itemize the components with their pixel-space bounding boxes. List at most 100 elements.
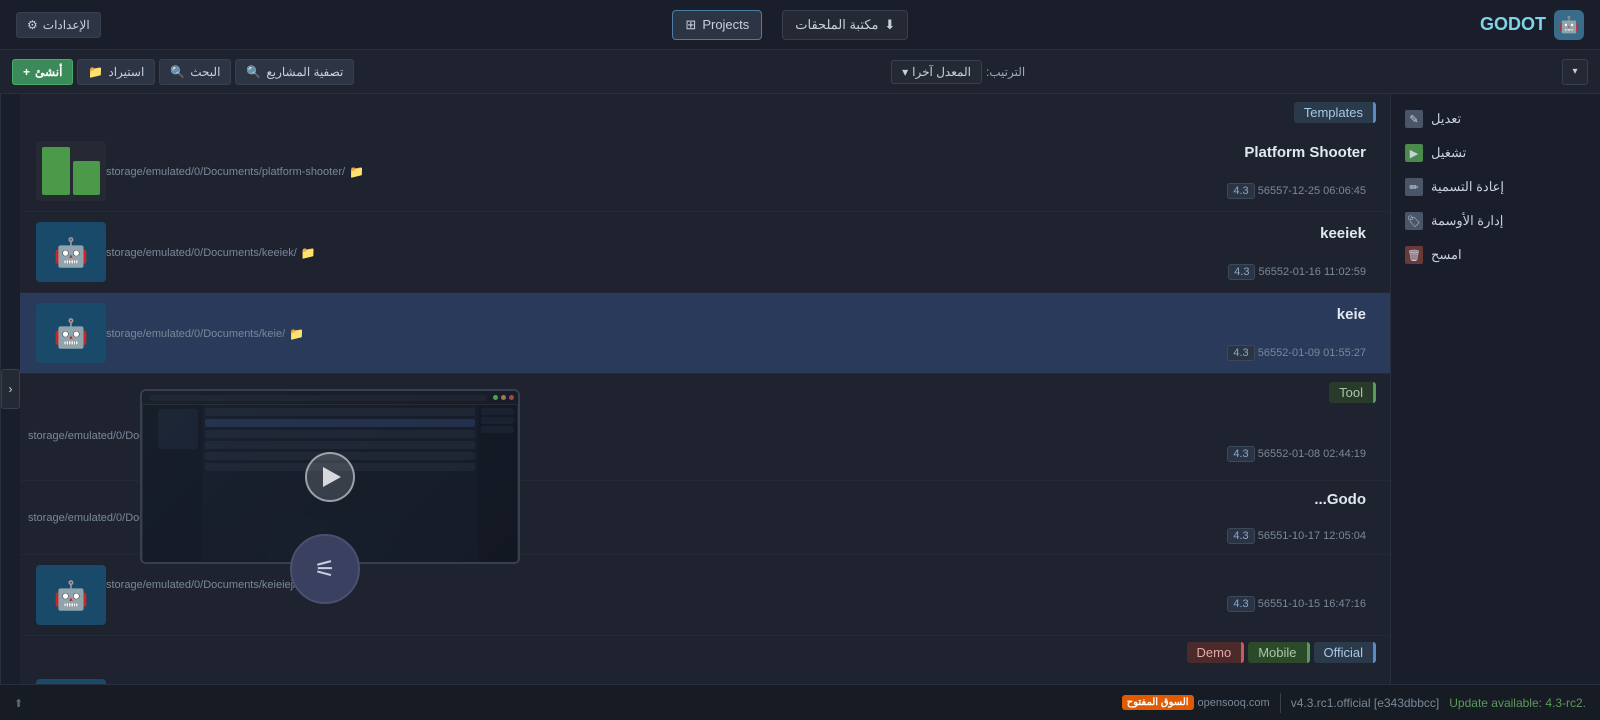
mini-title-bar [150, 395, 486, 401]
templates-tag: Templates [1294, 102, 1376, 123]
sidebar-item-run[interactable]: تشغيل ▶ [1391, 136, 1600, 170]
mini-right-panel [142, 405, 202, 562]
opensooq-url: opensooq.com [1198, 697, 1270, 709]
tags-label: إدارة الأوسمة [1431, 213, 1503, 229]
bottom-left: السوق المفتوح opensooq.com v4.3.rc1.offi… [1122, 689, 1586, 717]
folder-icon: 📁 [349, 165, 364, 179]
run-label: تشغيل [1431, 145, 1466, 161]
project-info: keie 📁 /storage/emulated/0/Documents/kei… [106, 306, 1376, 361]
official-tag: Official [1314, 642, 1377, 663]
search-label: البحث [190, 65, 220, 79]
godot-face-icon: 🤖 [54, 317, 89, 350]
mini-dot-yellow [501, 395, 506, 400]
filter-icon: 🔍 [246, 65, 261, 79]
play-button[interactable] [305, 452, 355, 502]
bottom-icon: ⬆ [14, 698, 23, 710]
mini-row [205, 430, 475, 438]
share-icon: ⚟ [314, 555, 336, 584]
projects-label: Projects [702, 17, 749, 32]
sort-button[interactable]: المعدل آخرا ▾ [891, 60, 982, 84]
project-meta: 01:55:27 56552-01-09 4.3 [106, 345, 1366, 361]
filter-label: تصفية المشاريع [266, 65, 343, 79]
new-project-button[interactable]: أنشئ + [12, 59, 73, 85]
clear-icon: 🗑 [1405, 246, 1423, 264]
opensooq-logo: السوق المفتوح opensooq.com [1122, 689, 1270, 717]
multi-tag-row: Official Mobile Demo [20, 636, 1390, 669]
collapse-arrow-button[interactable]: ‹ [1, 369, 20, 409]
rename-icon: ✏ [1405, 178, 1423, 196]
share-button[interactable]: ⚟ [290, 534, 360, 604]
project-thumbnail: 🤖 [36, 303, 106, 363]
import-button[interactable]: استيراد 📁 [77, 59, 155, 85]
sidebar-item-rename[interactable]: إعادة التسمية ✏ [1391, 170, 1600, 204]
path-text: /storage/emulated/0/Documents/keieiej [106, 579, 296, 591]
project-row[interactable]: Platform Shooter 📁 /storage/emulated/0/D… [20, 131, 1390, 212]
path-text: /storage/emulated/0/Documents/platform-s… [106, 166, 345, 178]
download-icon: ⬇ [884, 17, 895, 33]
sidebar: تعديل ✎ تشغيل ▶ إعادة التسمية ✏ إدارة ال… [1390, 94, 1600, 684]
mini-thumb [158, 409, 198, 449]
run-icon: ▶ [1405, 144, 1423, 162]
projects-icon: ⊞ [685, 17, 696, 33]
godot-thumb: 🤖 [36, 303, 106, 363]
godot-logo-text: GODOT [1480, 14, 1546, 35]
rename-label: إعادة التسمية [1431, 179, 1504, 195]
demo-tag: Demo [1187, 642, 1245, 663]
project-row[interactable]: keeiek 📁 /storage/emulated/0/Documents/k… [20, 212, 1390, 293]
godot-thumb: 🤖 [36, 222, 106, 282]
mini-sidebar-item [481, 426, 514, 433]
mini-sidebar-item [481, 417, 514, 424]
bottom-bar: السوق المفتوح opensooq.com v4.3.rc1.offi… [0, 684, 1600, 720]
project-thumbnail [36, 141, 106, 201]
bottom-right: ⬆ [14, 696, 23, 710]
search-button[interactable]: البحث 🔍 [159, 59, 231, 85]
project-name: keeiek [106, 225, 1366, 242]
edit-label: تعديل [1431, 111, 1461, 127]
project-info: keeiek 📁 /storage/emulated/0/Documents/k… [106, 225, 1376, 280]
second-bar: ▾ الترتيب: المعدل آخرا ▾ تصفية المشاريع … [0, 50, 1600, 94]
project-row[interactable]: Mobile Se... /storage/emulated/0/Documen… [20, 669, 1390, 684]
project-meta: 16:47:16 56551-10-15 4.3 [106, 596, 1366, 612]
project-name: keie [106, 306, 1366, 323]
mini-row-selected [205, 419, 475, 427]
new-label: أنشئ [35, 65, 62, 79]
mini-row [205, 408, 475, 416]
project-info: Platform Shooter 📁 /storage/emulated/0/D… [106, 144, 1376, 199]
import-label: استيراد [108, 65, 144, 79]
sort-value: المعدل آخرا [912, 65, 971, 79]
project-meta: 11:02:59 56552-01-16 4.3 [106, 264, 1366, 280]
path-text: /storage/emulated/0/Documents/keie [106, 328, 285, 340]
path-text: /storage/emulated/0/Documents/keeiek [106, 247, 297, 259]
filter-button[interactable]: تصفية المشاريع 🔍 [235, 59, 354, 85]
mini-sidebar-item [481, 408, 514, 415]
mobile-tag: Mobile [1248, 642, 1309, 663]
mini-topbar [142, 391, 518, 405]
project-thumbnail: 🤖 [36, 565, 106, 625]
project-row[interactable]: 📁 /storage/emulated/0/Documents/keieiej … [20, 555, 1390, 636]
collapse-panel: ‹ [0, 94, 20, 684]
projects-button[interactable]: Projects ⊞ [672, 10, 762, 40]
sidebar-item-tags[interactable]: إدارة الأوسمة 🏷 [1391, 204, 1600, 238]
templates-tag-row: Templates [20, 94, 1390, 131]
project-path: 📁 /storage/emulated/0/Documents/keie [106, 327, 1366, 341]
version-text: v4.3.rc1.official [e343dbbcc] [1291, 696, 1440, 710]
library-button[interactable]: ⬇ مكتبة الملحقات [782, 10, 908, 40]
library-label: مكتبة الملحقات [795, 17, 878, 33]
project-path: 📁 /storage/emulated/0/Documents/keeiek [106, 246, 1366, 260]
collapse-button[interactable]: ▾ [1562, 59, 1588, 85]
folder-icon: 📁 [289, 327, 304, 341]
settings-button[interactable]: الإعدادات ⚙ [16, 12, 101, 38]
edit-icon: ✎ [1405, 110, 1423, 128]
project-thumbnail: 🤖 [36, 222, 106, 282]
project-row[interactable]: keie 📁 /storage/emulated/0/Documents/kei… [20, 293, 1390, 374]
ps-bar-2 [42, 147, 70, 195]
import-icon: 📁 [88, 65, 103, 79]
search-icon: 🔍 [170, 65, 185, 79]
godot-thumb: 🤖 [36, 565, 106, 625]
top-bar: 🤖 GODOT ⬇ مكتبة الملحقات Projects ⊞ الإع… [0, 0, 1600, 50]
sidebar-item-clear[interactable]: امسح 🗑 [1391, 238, 1600, 272]
divider [1280, 693, 1281, 713]
mini-sidebar [478, 405, 518, 562]
sidebar-item-edit[interactable]: تعديل ✎ [1391, 102, 1600, 136]
project-name: Platform Shooter [106, 144, 1366, 161]
